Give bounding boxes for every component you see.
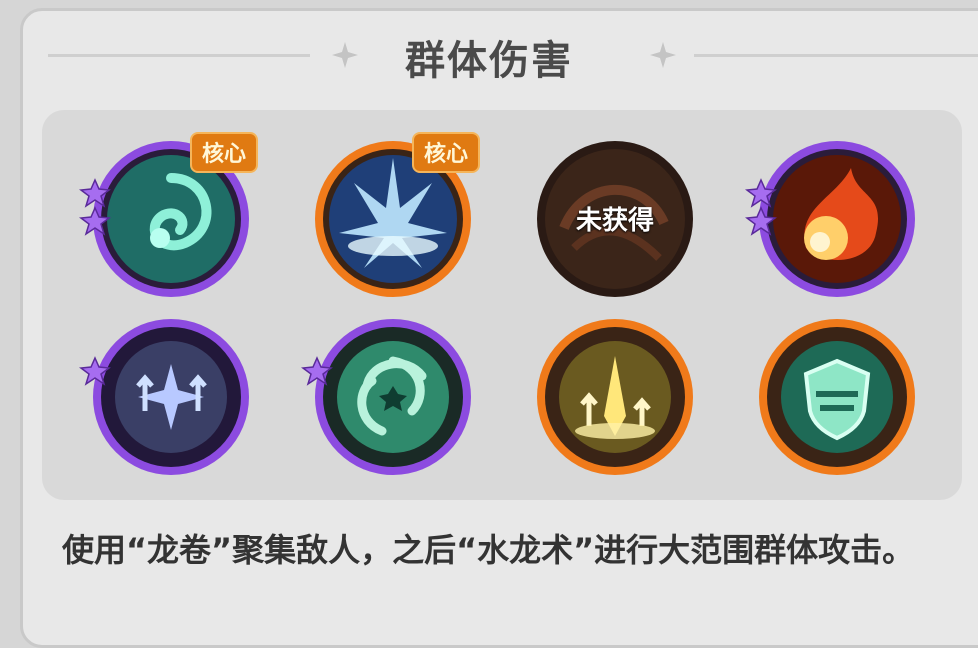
skill-slot-shield[interactable] <box>756 316 918 478</box>
skill-description: 使用“龙卷”聚集敌人，之后“水龙术”进行大范围群体攻击。 <box>62 531 915 569</box>
shield-icon <box>759 319 915 475</box>
divider-right <box>694 54 978 57</box>
skill-slot-fireball[interactable] <box>745 138 918 300</box>
core-badge: 核心 <box>411 132 480 173</box>
arrows-up-icon <box>93 319 249 475</box>
wind-burst-icon <box>315 319 471 475</box>
sparkle-icon <box>650 42 676 68</box>
skill-slot-light[interactable] <box>534 316 696 478</box>
page-title: 群体伤害 <box>405 38 573 84</box>
star-rank-icon <box>79 178 111 236</box>
core-badge: 核心 <box>189 132 258 173</box>
fireball-icon <box>759 141 915 297</box>
skill-slot-ice-burst[interactable]: 核心 <box>312 132 480 300</box>
skill-slot-wind[interactable] <box>301 316 474 478</box>
skill-slot-locked[interactable]: 未获得 <box>534 138 696 300</box>
skill-slot-arrows[interactable] <box>79 316 252 478</box>
star-rank-icon <box>79 356 111 386</box>
skill-slot-vortex[interactable]: 核心 <box>79 132 258 300</box>
locked-label: 未获得 <box>575 206 654 236</box>
panel-header: 群体伤害 <box>0 20 978 90</box>
light-beam-icon <box>537 319 693 475</box>
star-rank-icon <box>745 178 777 236</box>
star-rank-icon <box>301 356 333 386</box>
